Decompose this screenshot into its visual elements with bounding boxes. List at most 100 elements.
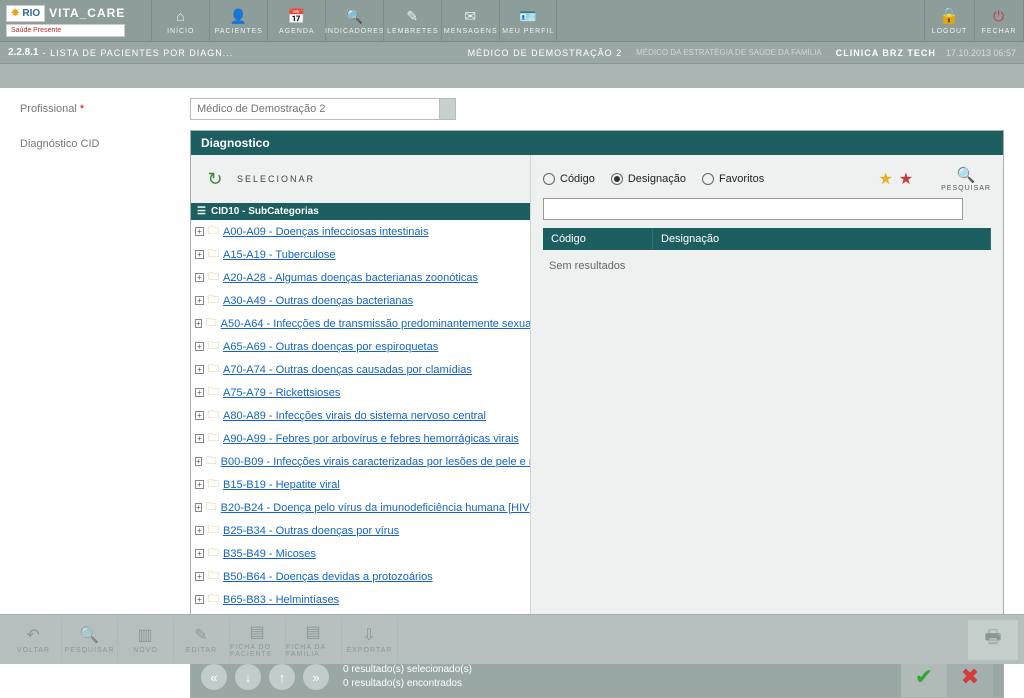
tree-item[interactable]: +🗀B50-B64 - Doenças devidas a protozoári… (191, 565, 530, 588)
expand-icon[interactable]: + (195, 526, 204, 535)
folder-icon: 🗀 (208, 521, 219, 540)
tree-title: CID10 - SubCategorias (211, 206, 319, 217)
nav-meu perfil[interactable]: 🪪MEU PERFIL (499, 0, 557, 41)
professional-dropdown-icon[interactable] (440, 98, 456, 120)
expand-icon[interactable]: + (195, 457, 202, 466)
tree-item-label: A50-A64 - Infecções de transmissão predo… (221, 318, 530, 330)
folder-icon: 🗀 (208, 383, 219, 402)
expand-icon[interactable]: + (195, 549, 204, 558)
search-input[interactable] (543, 198, 963, 220)
folder-icon: 🗀 (208, 222, 219, 241)
expand-icon[interactable]: + (195, 411, 204, 420)
close-icon: ⏻ (989, 6, 1009, 26)
selecionar-icon[interactable]: ↻ (203, 167, 227, 191)
expand-icon[interactable]: + (195, 595, 204, 604)
tree-item[interactable]: +🗀A70-A74 - Outras doenças causadas por … (191, 358, 530, 381)
logo-rio: ✸RIO (6, 5, 45, 22)
topbar: ✸RIO VITA_CARE Saúde Presente ⌂INÍCIO👤PA… (0, 0, 1024, 42)
tree-item-label: B15-B19 - Hepatite viral (223, 479, 340, 491)
nav-logout[interactable]: 🔒LOGOUT (924, 0, 974, 41)
tree-item-label: A90-A99 - Febres por arbovírus e febres … (223, 433, 519, 445)
lembretes-icon: ✎ (403, 6, 423, 26)
tree-item-label: B00-B09 - Infecções virais caracterizada… (221, 456, 530, 468)
radio-codigo[interactable]: Código (543, 173, 595, 185)
tree-item[interactable]: +🗀A80-A89 - Infecções virais do sistema … (191, 404, 530, 427)
tree-item[interactable]: +🗀B65-B83 - Helmintíases (191, 588, 530, 611)
expand-icon[interactable]: + (195, 388, 204, 397)
favorite-icons: ★ ★ (878, 169, 913, 189)
folder-icon: 🗀 (206, 452, 217, 471)
bottom-exportar[interactable]: ⇩EXPORTAR (342, 619, 398, 661)
tree-item[interactable]: +🗀A50-A64 - Infecções de transmissão pre… (191, 312, 530, 335)
nav-pacientes[interactable]: 👤PACIENTES (209, 0, 267, 41)
search-icon: 🔍 (956, 165, 976, 185)
tree-item[interactable]: +🗀A75-A79 - Rickettsioses (191, 381, 530, 404)
breadcrumb-clinic: clinica brz tech (836, 48, 936, 58)
bottom-novo[interactable]: ▥NOVO (118, 619, 174, 661)
tree-header: ☰ CID10 - SubCategorias (191, 203, 530, 220)
pacientes-icon: 👤 (229, 6, 249, 26)
prev-page-icon[interactable]: ↑ (269, 664, 295, 690)
tree-item[interactable]: +🗀B20-B24 - Doença pelo vírus da imunode… (191, 496, 530, 519)
bottom-editar[interactable]: ✎EDITAR (174, 619, 230, 661)
expand-icon[interactable]: + (195, 342, 204, 351)
nav-indicadores[interactable]: 🔍INDICADORES (325, 0, 383, 41)
tree-item[interactable]: + 🗀 B25-B34 - Outras doenças por vírus (191, 519, 530, 542)
tree-item[interactable]: +🗀A15-A19 - Tuberculose (191, 243, 530, 266)
tree-item[interactable]: +🗀A65-A69 - Outras doenças por espiroque… (191, 335, 530, 358)
remove-favorite-icon[interactable]: ★ (899, 169, 913, 189)
professional-combo[interactable] (190, 98, 456, 120)
tree-item[interactable]: +🗀A20-A28 - Algumas doenças bacterianas … (191, 266, 530, 289)
tree-item[interactable]: +🗀B15-B19 - Hepatite viral (191, 473, 530, 496)
nav-mensagens[interactable]: ✉MENSAGENS (441, 0, 499, 41)
bottom-ficha-da-família[interactable]: ▤FICHA DA FAMÍLIA (286, 619, 342, 661)
nav-início[interactable]: ⌂INÍCIO (151, 0, 209, 41)
radio-favoritos[interactable]: Favoritos (702, 173, 764, 185)
tree-item[interactable]: +🗀B35-B49 - Micoses (191, 542, 530, 565)
início-icon: ⌂ (171, 6, 191, 26)
tree-item[interactable]: +🗀A30-A49 - Outras doenças bacterianas (191, 289, 530, 312)
tree-item[interactable]: +🗀A90-A99 - Febres por arbovírus e febre… (191, 427, 530, 450)
tree-item-label: A30-A49 - Outras doenças bacterianas (223, 295, 413, 307)
radio-designacao[interactable]: Designação (611, 173, 686, 185)
diagnostico-panel: Diagnostico ↻ SELECIONAR ☰ CID10 - SubCa… (190, 130, 1004, 698)
expand-icon[interactable]: + (195, 250, 204, 259)
expand-icon[interactable]: + (195, 572, 204, 581)
bottom-voltar[interactable]: ↶VOLTAR (6, 619, 62, 661)
editar-icon: ✎ (194, 625, 208, 645)
next-page-icon[interactable]: ↓ (235, 664, 261, 690)
expand-icon[interactable]: + (195, 480, 204, 489)
nav-agenda[interactable]: 📅AGENDA (267, 0, 325, 41)
tree-item-label: B25-B34 - Outras doenças por vírus (223, 525, 399, 537)
col-codigo: Código (543, 228, 653, 250)
expand-icon[interactable]: + (195, 296, 204, 305)
search-button[interactable]: 🔍 PESQUISAR (941, 165, 991, 192)
add-favorite-icon[interactable]: ★ (878, 169, 892, 189)
bottom-toolbar: ↶VOLTAR🔍PESQUISAR▥NOVO✎EDITAR▤FICHA DO P… (0, 614, 1024, 664)
top-nav: ⌂INÍCIO👤PACIENTES📅AGENDA🔍INDICADORES✎LEM… (151, 0, 557, 41)
tree-item[interactable]: + 🗀 B00-B09 - Infecções virais caracteriza… (191, 450, 530, 473)
agenda-icon: 📅 (287, 6, 307, 26)
breadcrumb-code: 2.2.8.1 (8, 47, 39, 58)
folder-icon: 🗀 (208, 245, 219, 264)
expand-icon[interactable]: + (195, 365, 204, 374)
nav-lembretes[interactable]: ✎LEMBRETES (383, 0, 441, 41)
first-page-icon[interactable]: « (201, 664, 227, 690)
last-page-icon[interactable]: » (303, 664, 329, 690)
professional-input[interactable] (190, 98, 440, 120)
expand-icon[interactable]: + (195, 273, 204, 282)
tree-item[interactable]: +🗀A00-A09 - Doenças infecciosas intestin… (191, 220, 530, 243)
expand-icon[interactable]: + (195, 227, 204, 236)
bottom-ficha-do-paciente[interactable]: ▤FICHA DO PACIENTE (230, 619, 286, 661)
tree[interactable]: +🗀A00-A09 - Doenças infecciosas intestin… (191, 220, 530, 657)
bottom-pesquisar[interactable]: 🔍PESQUISAR (62, 619, 118, 661)
nav-fechar[interactable]: ⏻FECHAR (974, 0, 1024, 41)
breadcrumb-datetime: 17.10.2013 06:57 (946, 48, 1016, 58)
expand-icon[interactable]: + (195, 319, 202, 328)
professional-label: Profissional * (20, 103, 190, 115)
novo-icon: ▥ (137, 625, 153, 645)
print-button[interactable]: 🖶 (968, 620, 1018, 660)
tree-item-label: A65-A69 - Outras doenças por espiroqueta… (223, 341, 438, 353)
expand-icon[interactable]: + (195, 503, 202, 512)
expand-icon[interactable]: + (195, 434, 204, 443)
